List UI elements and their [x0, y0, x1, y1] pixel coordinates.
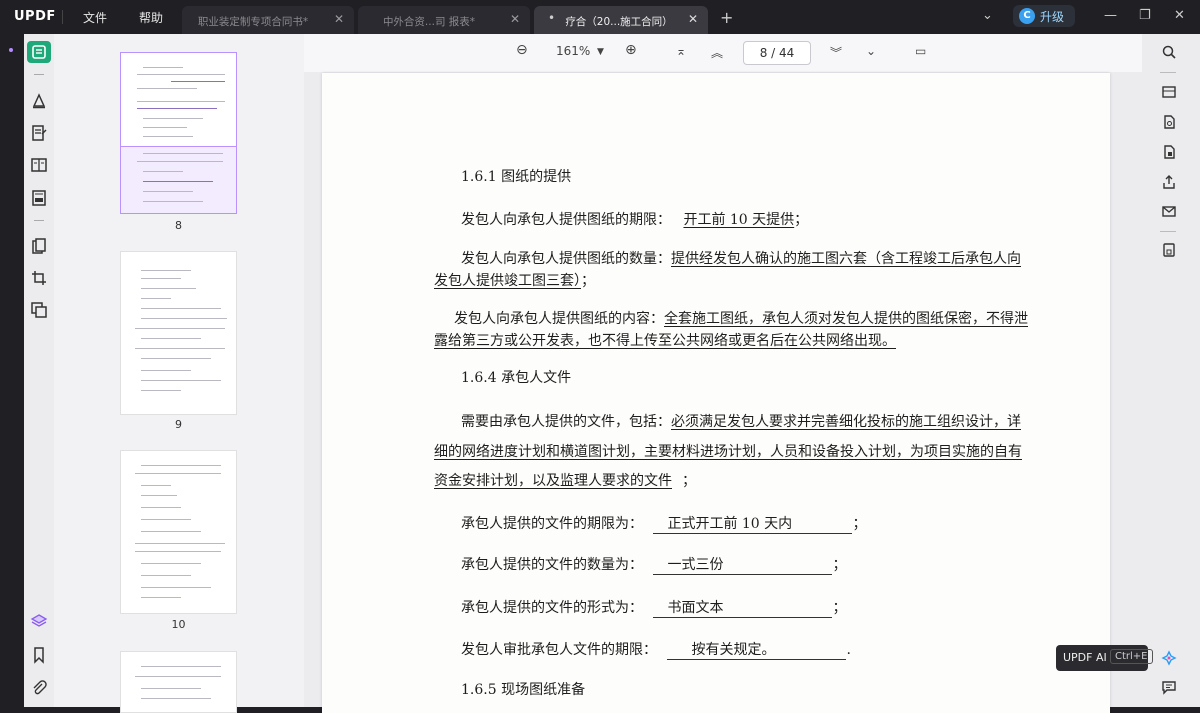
- thumbnail-panel: 8 9 10: [54, 34, 304, 713]
- right-toolbar: [1142, 34, 1200, 707]
- menu-help[interactable]: 帮助: [139, 9, 163, 26]
- page-separator: /: [771, 46, 776, 60]
- paragraph: 需要由承包人提供的文件，包括：必须满足发包人要求并完善细化投标的施工组织设计，详: [461, 414, 1021, 430]
- paragraph: 露给第三方或公开发表，也不得上传至公共网络或更名后在公共网络出现。: [434, 333, 896, 349]
- last-page-icon[interactable]: ⌄: [866, 44, 876, 58]
- title-bar: UPDF 文件 帮助 职业装定制专项合同书* ✕ 中外合资...司 报表* ✕ …: [0, 0, 1200, 34]
- edit-pdf-icon[interactable]: [27, 122, 51, 144]
- paragraph: 承包人提供的文件的数量为： 一式三份；: [461, 554, 846, 575]
- thumbnail-label: 8: [175, 219, 182, 232]
- chevron-down-icon[interactable]: ⌄: [982, 8, 993, 23]
- zoom-in-icon[interactable]: ⊕: [625, 42, 637, 58]
- page-view-icon[interactable]: [27, 154, 51, 176]
- minimize-icon[interactable]: —: [1104, 8, 1117, 23]
- zoom-out-icon[interactable]: ⊖: [516, 42, 528, 58]
- email-icon[interactable]: [1158, 200, 1180, 222]
- left-strip: [0, 34, 24, 707]
- zoom-dropdown-icon[interactable]: ▼: [597, 47, 604, 57]
- crop-icon[interactable]: [27, 267, 51, 289]
- divider: [62, 10, 63, 24]
- upgrade-button[interactable]: C 升级: [1013, 5, 1075, 27]
- add-tab-button[interactable]: +: [720, 8, 733, 27]
- next-page-icon[interactable]: ︾: [830, 44, 842, 61]
- indicator-dot: [9, 48, 13, 52]
- app-logo: UPDF: [14, 9, 56, 24]
- paragraph: 承包人提供的文件的形式为： 书面文本；: [461, 597, 846, 618]
- organize-pages-icon[interactable]: [27, 235, 51, 257]
- protect-icon[interactable]: [1158, 141, 1180, 163]
- reader-mode-icon[interactable]: [27, 41, 51, 63]
- unsaved-dot-icon: •: [548, 11, 556, 25]
- document-viewer: ⊖ 161% ▼ ⊕ ⌅ ︽ 8 / 44 ︾ ⌄ ▭ 1.6.1 图纸的提供 …: [304, 34, 1142, 713]
- close-icon[interactable]: ✕: [688, 12, 698, 26]
- tab-label: 疗合（20...施工合同）: [565, 16, 673, 28]
- chat-icon[interactable]: [1158, 676, 1180, 698]
- paragraph: 资金安排计划，以及监理人要求的文件；: [434, 473, 696, 489]
- page-thumbnail[interactable]: [120, 651, 237, 713]
- comment-icon[interactable]: [27, 90, 51, 112]
- paragraph: 发包人审批承包人文件的期限： 按有关规定。.: [461, 639, 851, 660]
- updf-ai-icon[interactable]: [1158, 647, 1180, 669]
- section-heading: 1.6.4 承包人文件: [461, 370, 572, 386]
- tab-document-2[interactable]: 中外合资...司 报表* ✕: [358, 6, 530, 34]
- layers-icon[interactable]: [27, 610, 51, 632]
- search-icon[interactable]: [1158, 41, 1180, 63]
- convert-icon[interactable]: [27, 299, 51, 321]
- paragraph: 发包人向承包人提供图纸的数量：提供经发包人确认的施工图六套（含工程竣工后承包人向: [461, 251, 1021, 267]
- total-pages: 44: [779, 46, 795, 60]
- tooltip-shortcut: Ctrl+E: [1110, 649, 1153, 664]
- section-heading: 1.6.5 现场图纸准备: [461, 682, 586, 698]
- pdf-page: 1.6.1 图纸的提供 发包人向承包人提供图纸的期限： 开工前 10 天提供； …: [322, 73, 1110, 713]
- paragraph: 发包人向承包人提供图纸的期限： 开工前 10 天提供；: [461, 212, 809, 228]
- upgrade-label: 升级: [1040, 10, 1065, 24]
- tooltip-label: UPDF AI: [1063, 651, 1107, 664]
- divider: [34, 220, 44, 221]
- tab-document-3[interactable]: • 疗合（20...施工合同） ✕: [534, 6, 708, 34]
- viewer-toolbar: ⊖ 161% ▼ ⊕ ⌅ ︽ 8 / 44 ︾ ⌄ ▭: [304, 34, 1142, 72]
- paragraph: 细的网络进度计划和横道图计划，主要材料进场计划，人员和设备投入计划，为项目实施的…: [434, 444, 1022, 460]
- tool-rail: [24, 34, 54, 707]
- attachment-icon[interactable]: [27, 677, 51, 699]
- page-number-input[interactable]: 8 / 44: [743, 41, 811, 65]
- divider: [1160, 72, 1176, 73]
- section-heading: 1.6.1 图纸的提供: [461, 169, 572, 185]
- ocr-icon[interactable]: [1158, 81, 1180, 103]
- page-thumbnail[interactable]: [120, 450, 237, 614]
- restore-icon[interactable]: ❐: [1139, 8, 1151, 23]
- bookmark-icon[interactable]: [27, 644, 51, 666]
- tab-label: 职业装定制专项合同书*: [197, 16, 309, 28]
- divider: [34, 74, 44, 75]
- paragraph: 承包人提供的文件的期限为： 正式开工前 10 天内；: [461, 513, 866, 534]
- convert-file-icon[interactable]: [1158, 111, 1180, 133]
- tab-document-1[interactable]: 职业装定制专项合同书* ✕: [182, 6, 354, 34]
- close-icon[interactable]: ✕: [510, 12, 520, 26]
- page-thumbnail[interactable]: [120, 52, 237, 214]
- paragraph: 发包人提供竣工图三套）；: [434, 273, 595, 289]
- close-window-icon[interactable]: ✕: [1174, 8, 1185, 23]
- avatar: C: [1019, 8, 1035, 24]
- menu-file[interactable]: 文件: [83, 9, 107, 26]
- page-thumbnail[interactable]: [120, 251, 237, 415]
- tab-label: 中外合资...司 报表*: [382, 16, 476, 28]
- ai-tooltip: UPDF AI Ctrl+E: [1056, 645, 1153, 671]
- paragraph: 发包人向承包人提供图纸的内容：全套施工图纸，承包人须对发包人提供的图纸保密，不得…: [454, 311, 1028, 327]
- thumbnail-label: 10: [171, 618, 186, 631]
- divider: [1160, 231, 1176, 232]
- thumbnail-label: 9: [175, 418, 182, 431]
- zoom-level[interactable]: 161%: [556, 44, 590, 58]
- save-icon[interactable]: [1158, 239, 1180, 261]
- share-icon[interactable]: [1158, 171, 1180, 193]
- current-page: 8: [759, 46, 768, 60]
- close-icon[interactable]: ✕: [334, 12, 344, 26]
- presentation-icon[interactable]: ▭: [915, 44, 926, 58]
- prev-page-icon[interactable]: ︽: [711, 44, 723, 61]
- first-page-icon[interactable]: ⌅: [676, 44, 686, 58]
- form-icon[interactable]: [27, 187, 51, 209]
